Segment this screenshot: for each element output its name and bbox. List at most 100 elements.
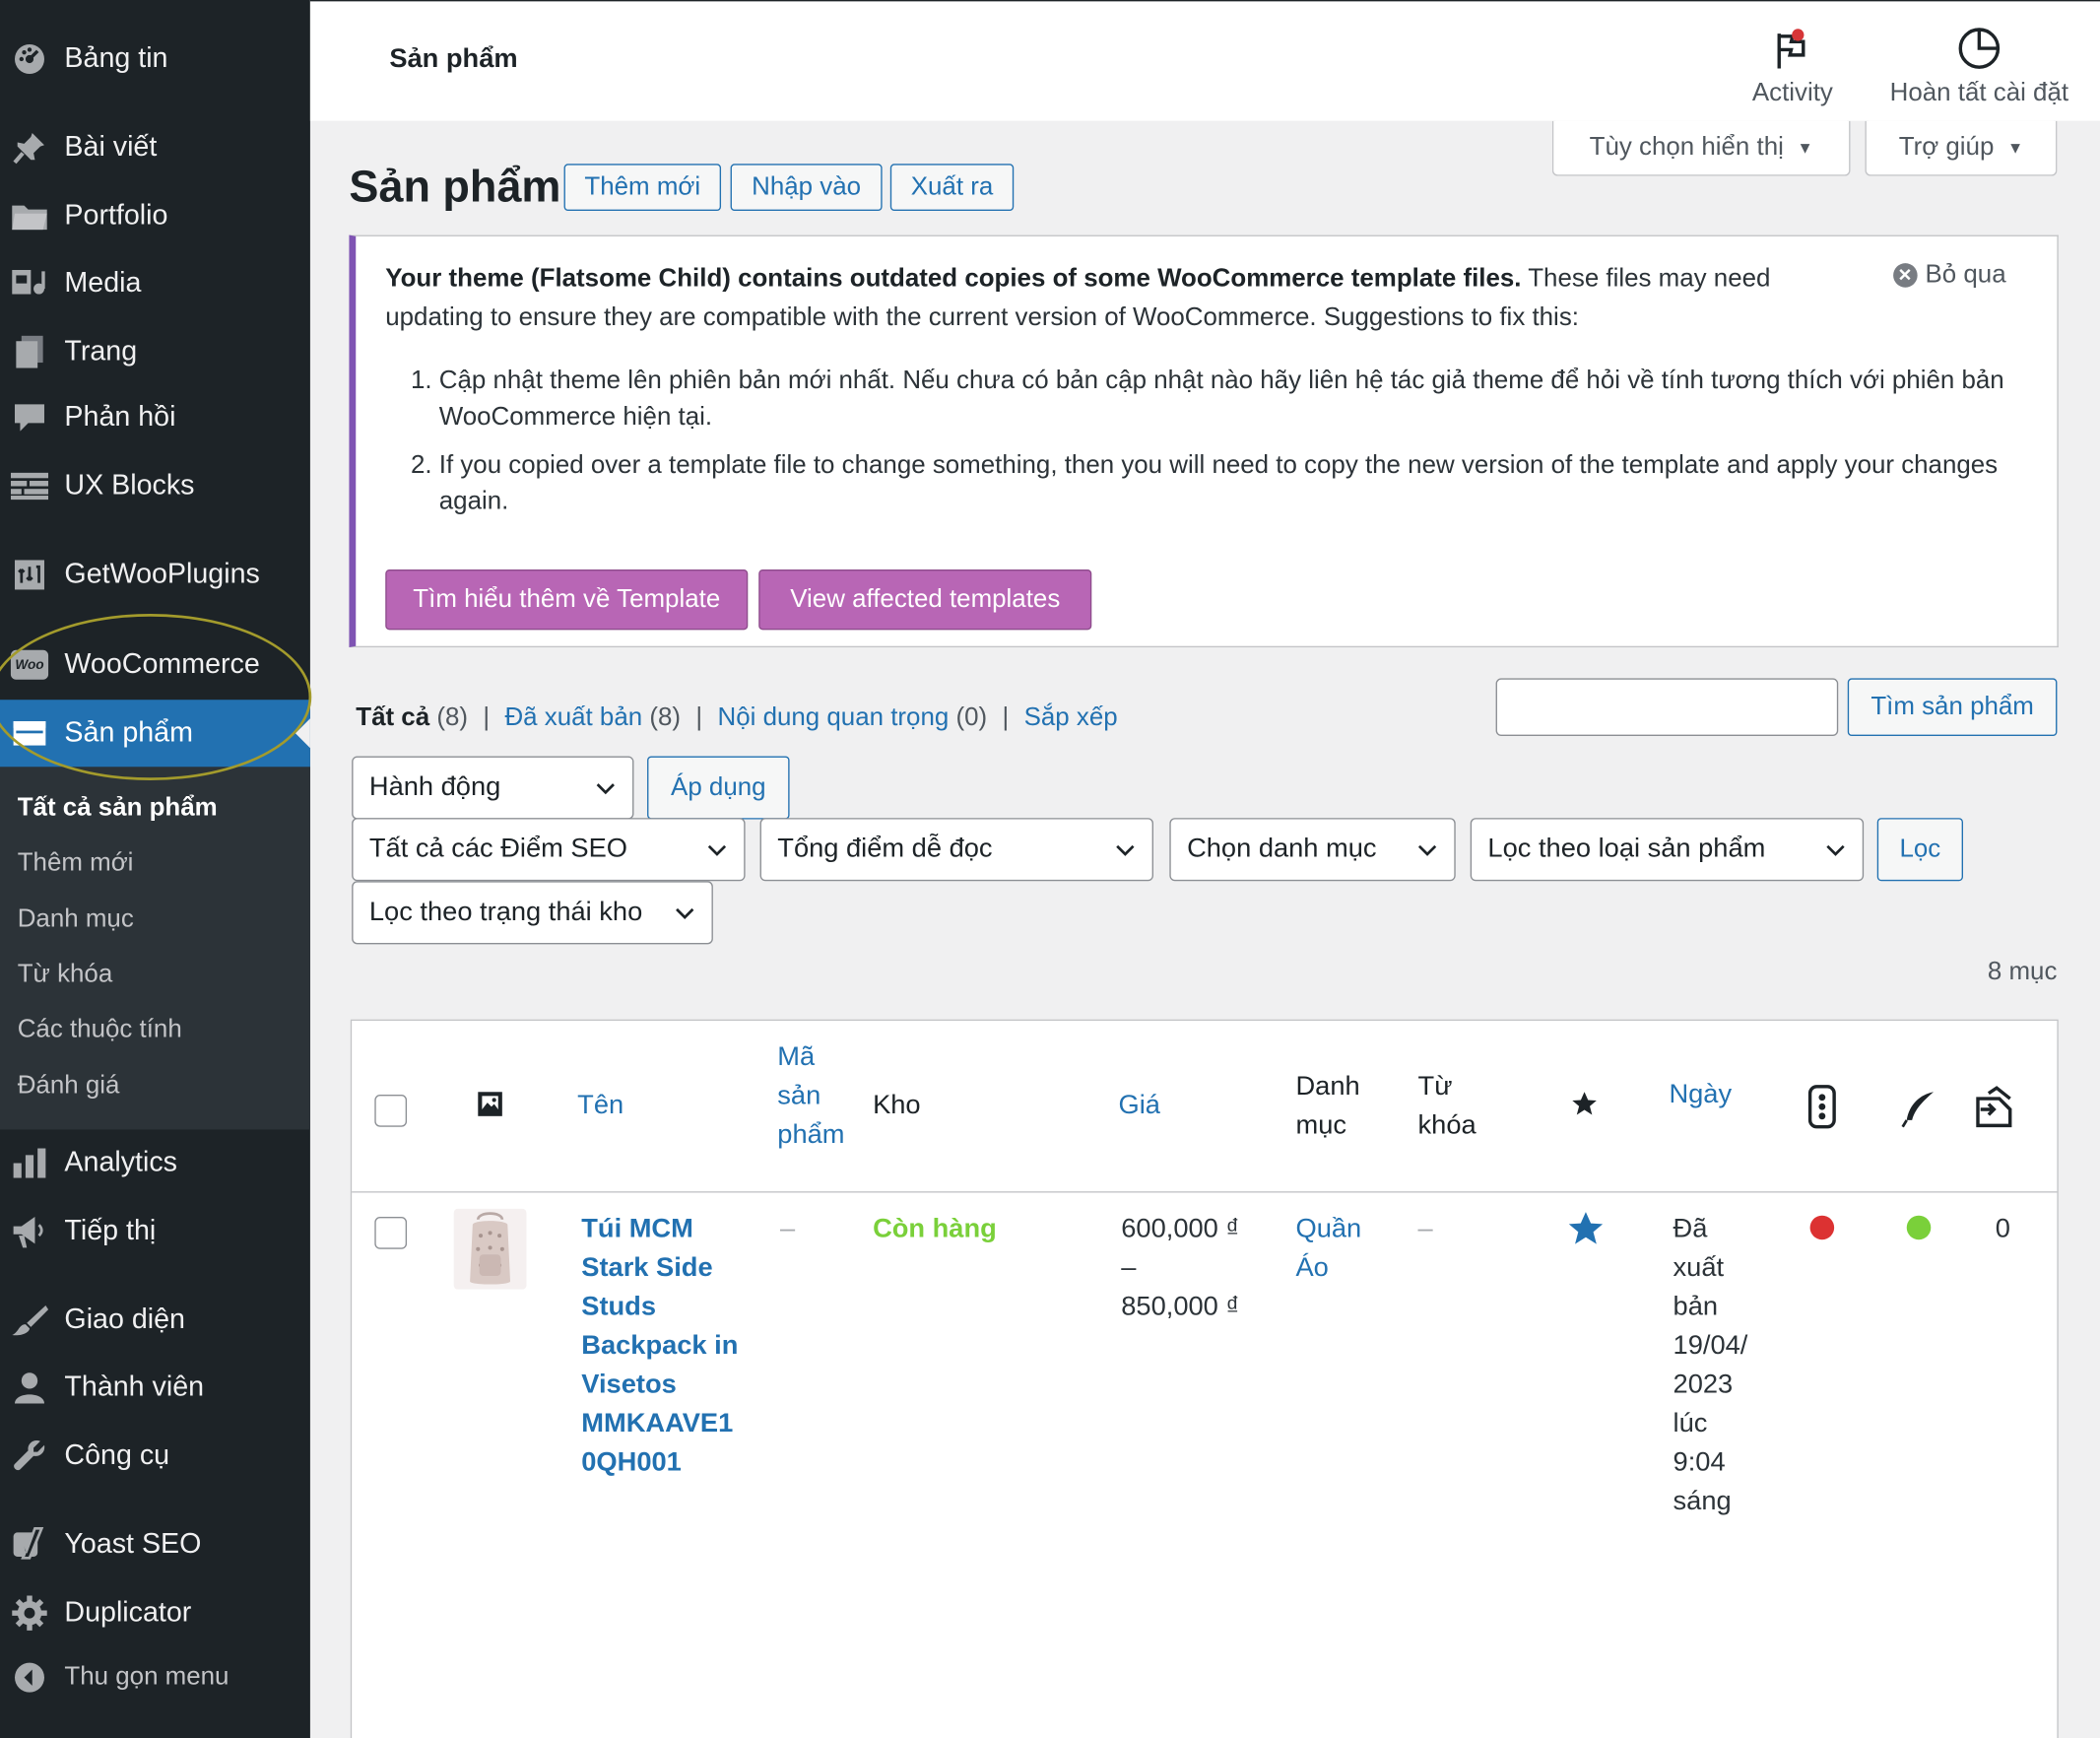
select-all-checkbox[interactable] bbox=[374, 1095, 408, 1127]
menu-label: Yoast SEO bbox=[64, 1528, 202, 1560]
menu-duplicator[interactable]: Duplicator bbox=[0, 1579, 310, 1646]
collapse-arrow-icon bbox=[11, 1659, 48, 1697]
finish-setup-button[interactable]: Hoàn tất cài đặt bbox=[1878, 23, 2079, 108]
menu-woocommerce[interactable]: Woo WooCommerce bbox=[0, 632, 310, 699]
submenu-add-new[interactable]: Thêm mới bbox=[18, 849, 134, 879]
featured-star-toggle[interactable] bbox=[1567, 1210, 1605, 1259]
chevron-down-icon bbox=[595, 776, 617, 807]
view-all-count: (8) bbox=[436, 703, 468, 732]
import-button[interactable]: Nhập vào bbox=[730, 164, 883, 212]
yoast-icon bbox=[11, 1526, 48, 1564]
menu-label: Bài viết bbox=[64, 131, 158, 163]
featured-star-icon bbox=[1571, 1091, 1598, 1130]
product-category-link[interactable]: Quần Áo bbox=[1295, 1210, 1376, 1288]
page-icon bbox=[11, 333, 48, 370]
search-products-button[interactable]: Tìm sản phẩm bbox=[1847, 678, 2058, 737]
filter-button[interactable]: Lọc bbox=[1876, 818, 1963, 882]
separator: | bbox=[695, 703, 703, 732]
menu-dashboard[interactable]: Bảng tin bbox=[0, 26, 310, 93]
column-price[interactable]: Giá bbox=[1119, 1087, 1160, 1126]
notice-bold-text: Your theme (Flatsome Child) contains out… bbox=[385, 264, 1522, 294]
column-sku[interactable]: Mã sản phẩm bbox=[777, 1038, 858, 1156]
menu-marketing[interactable]: Tiếp thị bbox=[0, 1198, 310, 1265]
dismiss-button[interactable]: ✕ Bỏ qua bbox=[1892, 260, 2006, 290]
help-label: Trợ giúp bbox=[1898, 132, 1995, 162]
chevron-down-icon bbox=[1114, 838, 1136, 869]
menu-label: Phản hồi bbox=[64, 401, 176, 433]
readability-select[interactable]: Tổng điểm dễ đọc bbox=[759, 818, 1153, 882]
menu-tools[interactable]: Công cụ bbox=[0, 1423, 310, 1490]
submenu-tags[interactable]: Từ khóa bbox=[18, 961, 113, 990]
menu-label: Portfolio bbox=[64, 200, 168, 232]
readability-score-dot bbox=[1906, 1215, 1932, 1240]
seo-score-value: Tất cả các Điểm SEO bbox=[368, 834, 627, 864]
admin-sidebar: Bảng tin Bài viết Portfolio Media Trang bbox=[0, 0, 312, 1738]
product-search-input[interactable] bbox=[1495, 678, 1839, 737]
notice-steps: Cập nhật theme lên phiên bản mới nhất. N… bbox=[407, 363, 2031, 532]
product-type-select[interactable]: Lọc theo loại sản phẩm bbox=[1470, 818, 1865, 882]
menu-appearance[interactable]: Giao diện bbox=[0, 1287, 310, 1354]
comment-icon bbox=[11, 399, 48, 436]
product-name-link[interactable]: Túi MCM Stark Side Studs Backpack in Vis… bbox=[581, 1210, 755, 1483]
view-published-count: (8) bbox=[649, 703, 682, 732]
menu-pages[interactable]: Trang bbox=[0, 318, 310, 385]
export-button[interactable]: Xuất ra bbox=[889, 164, 1015, 212]
view-published[interactable]: Đã xuất bản bbox=[504, 703, 642, 732]
collapse-menu-button[interactable]: Thu gọn menu bbox=[0, 1644, 310, 1711]
menu-products[interactable]: Sản phẩm bbox=[0, 700, 310, 768]
submenu-reviews[interactable]: Đánh giá bbox=[18, 1072, 120, 1102]
menu-ux-blocks[interactable]: UX Blocks bbox=[0, 452, 310, 519]
bulk-action-select[interactable]: Hành động bbox=[352, 756, 634, 820]
menu-comments[interactable]: Phản hồi bbox=[0, 384, 310, 451]
menu-yoast-seo[interactable]: Yoast SEO bbox=[0, 1511, 310, 1578]
column-name[interactable]: Tên bbox=[577, 1087, 623, 1126]
product-price: 600,000 ₫ – 850,000 ₫ bbox=[1121, 1210, 1269, 1327]
comments-icon bbox=[1973, 1085, 2016, 1140]
column-tags: Từ khóa bbox=[1417, 1071, 1477, 1141]
view-cornerstone[interactable]: Nội dung quan trọng bbox=[718, 703, 950, 732]
blocks-icon bbox=[10, 467, 49, 504]
stock-status-value: Lọc theo trạng thái kho bbox=[368, 897, 643, 927]
separator: | bbox=[483, 703, 491, 732]
stock-status-select[interactable]: Lọc theo trạng thái kho bbox=[352, 881, 713, 945]
view-sort[interactable]: Sắp xếp bbox=[1024, 703, 1118, 732]
menu-label: Thành viên bbox=[64, 1370, 205, 1403]
seo-score-icon bbox=[1807, 1084, 1837, 1142]
page-title: Sản phẩm bbox=[349, 161, 561, 212]
bulk-action-value: Hành động bbox=[368, 771, 501, 802]
product-thumbnail[interactable] bbox=[453, 1208, 527, 1290]
help-tab[interactable]: Trợ giúp ▼ bbox=[1865, 120, 2058, 176]
activity-button[interactable]: Activity bbox=[1739, 23, 1846, 108]
learn-template-button[interactable]: Tìm hiểu thêm về Template bbox=[385, 568, 749, 631]
column-category: Danh mục bbox=[1295, 1071, 1360, 1141]
active-indicator bbox=[295, 718, 310, 749]
menu-label: WooCommerce bbox=[64, 648, 260, 680]
wrench-icon bbox=[11, 1437, 48, 1475]
submenu-attributes[interactable]: Các thuộc tính bbox=[18, 1016, 182, 1045]
pin-icon bbox=[11, 129, 48, 167]
menu-label: Media bbox=[64, 267, 142, 299]
view-affected-templates-button[interactable]: View affected templates bbox=[758, 568, 1092, 631]
submenu-categories[interactable]: Danh mục bbox=[18, 905, 134, 935]
menu-media[interactable]: Media bbox=[0, 250, 310, 317]
submenu-all-products[interactable]: Tất cả sản phẩm bbox=[18, 794, 218, 824]
separator: | bbox=[1002, 703, 1010, 732]
menu-portfolio[interactable]: Portfolio bbox=[0, 182, 310, 249]
category-select[interactable]: Chọn danh mục bbox=[1169, 818, 1456, 882]
row-checkbox[interactable] bbox=[374, 1217, 408, 1249]
menu-getwooplugins[interactable]: GetWooPlugins bbox=[0, 541, 310, 608]
seo-score-select[interactable]: Tất cả các Điểm SEO bbox=[352, 818, 746, 882]
column-date[interactable]: Ngày bbox=[1669, 1076, 1732, 1115]
menu-label: Bảng tin bbox=[64, 42, 168, 74]
screen-options-tab[interactable]: Tùy chọn hiển thị ▼ bbox=[1551, 120, 1851, 176]
setup-label: Hoàn tất cài đặt bbox=[1889, 79, 2069, 108]
apply-button[interactable]: Áp dụng bbox=[647, 756, 790, 820]
gear-icon bbox=[11, 1594, 48, 1632]
view-all[interactable]: Tất cả bbox=[356, 703, 429, 732]
image-column-icon bbox=[477, 1091, 503, 1130]
menu-posts[interactable]: Bài viết bbox=[0, 114, 310, 181]
menu-users[interactable]: Thành viên bbox=[0, 1354, 310, 1421]
add-new-button[interactable]: Thêm mới bbox=[563, 164, 722, 212]
menu-analytics[interactable]: Analytics bbox=[0, 1129, 310, 1196]
chevron-down-icon bbox=[1416, 838, 1438, 869]
